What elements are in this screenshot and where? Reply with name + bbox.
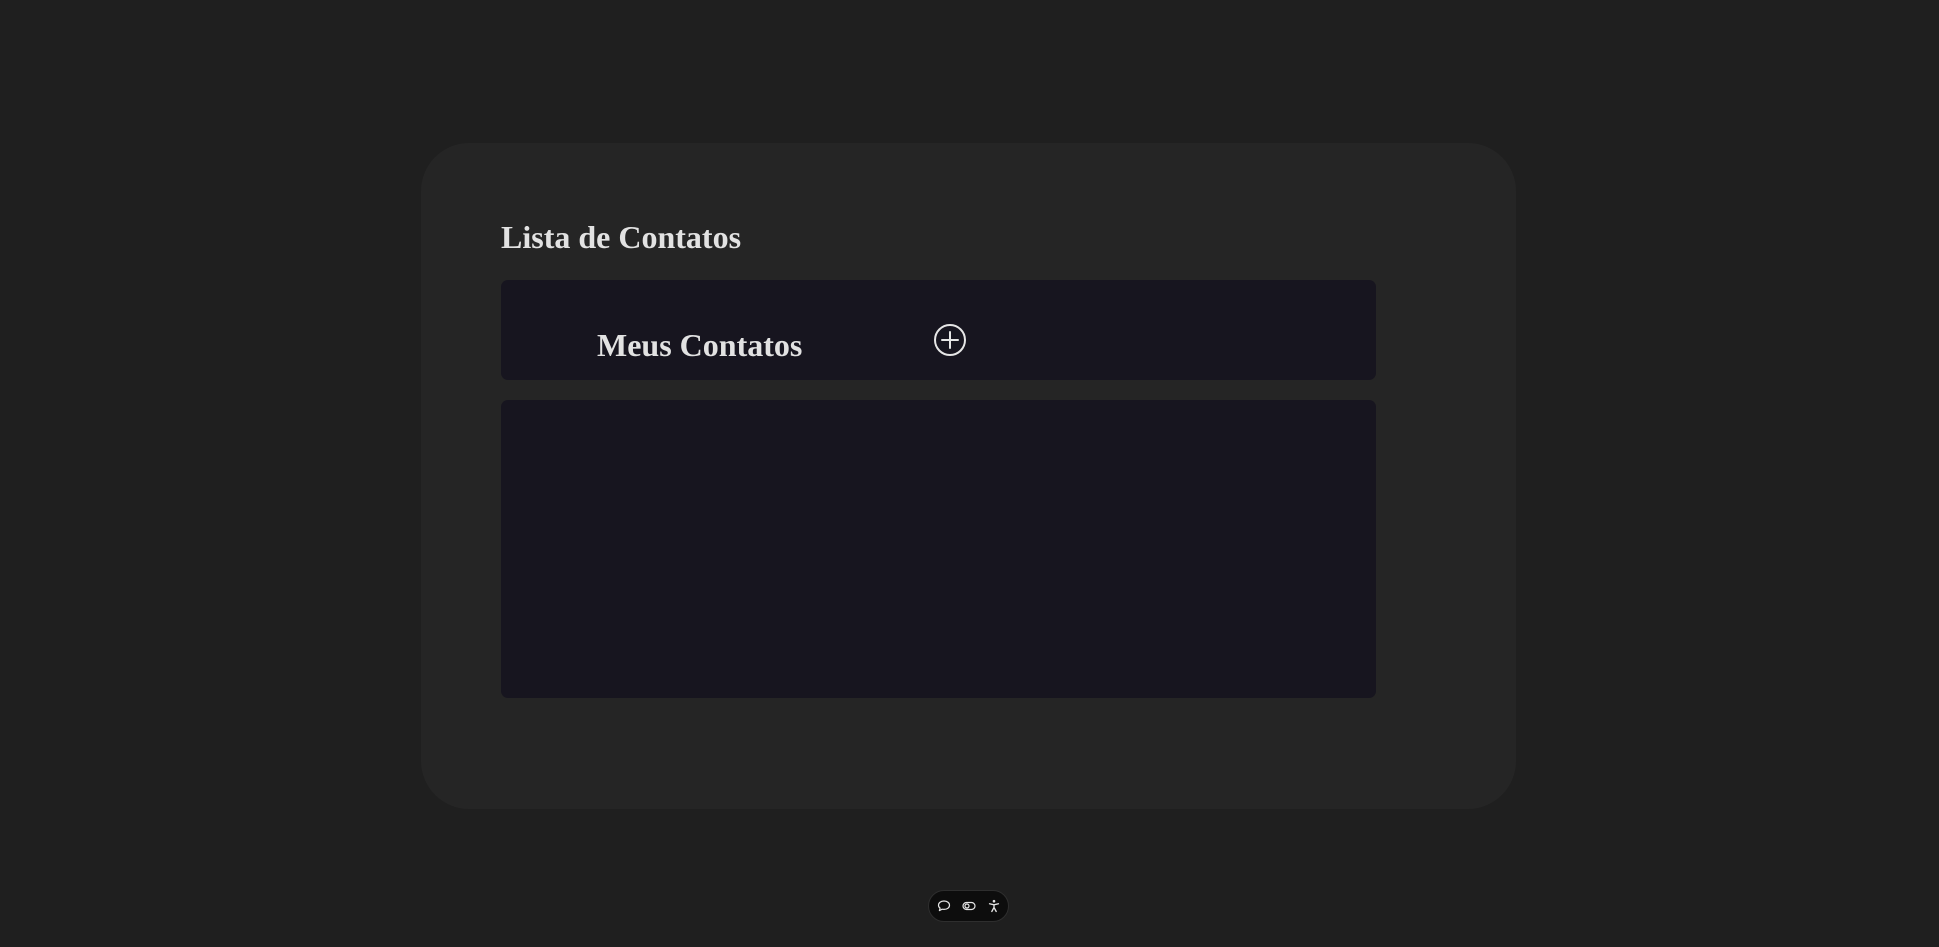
floating-toolbar (928, 890, 1009, 922)
chat-bubble-icon (937, 900, 950, 912)
plus-circle-icon (934, 324, 966, 356)
accessibility-button[interactable] (985, 898, 1002, 915)
page-title: Lista de Contatos (501, 219, 742, 255)
accessibility-icon (988, 899, 999, 913)
toggle-button[interactable] (960, 898, 977, 915)
section-title: Meus Contatos (597, 327, 803, 363)
chat-button[interactable] (935, 898, 952, 915)
contacts-list (501, 400, 1376, 698)
toggle-icon (961, 901, 976, 911)
contacts-header-panel: Meus Contatos (501, 280, 1376, 380)
add-contact-button[interactable] (933, 323, 967, 357)
main-card: Lista de Contatos Meus Contatos (421, 143, 1516, 809)
